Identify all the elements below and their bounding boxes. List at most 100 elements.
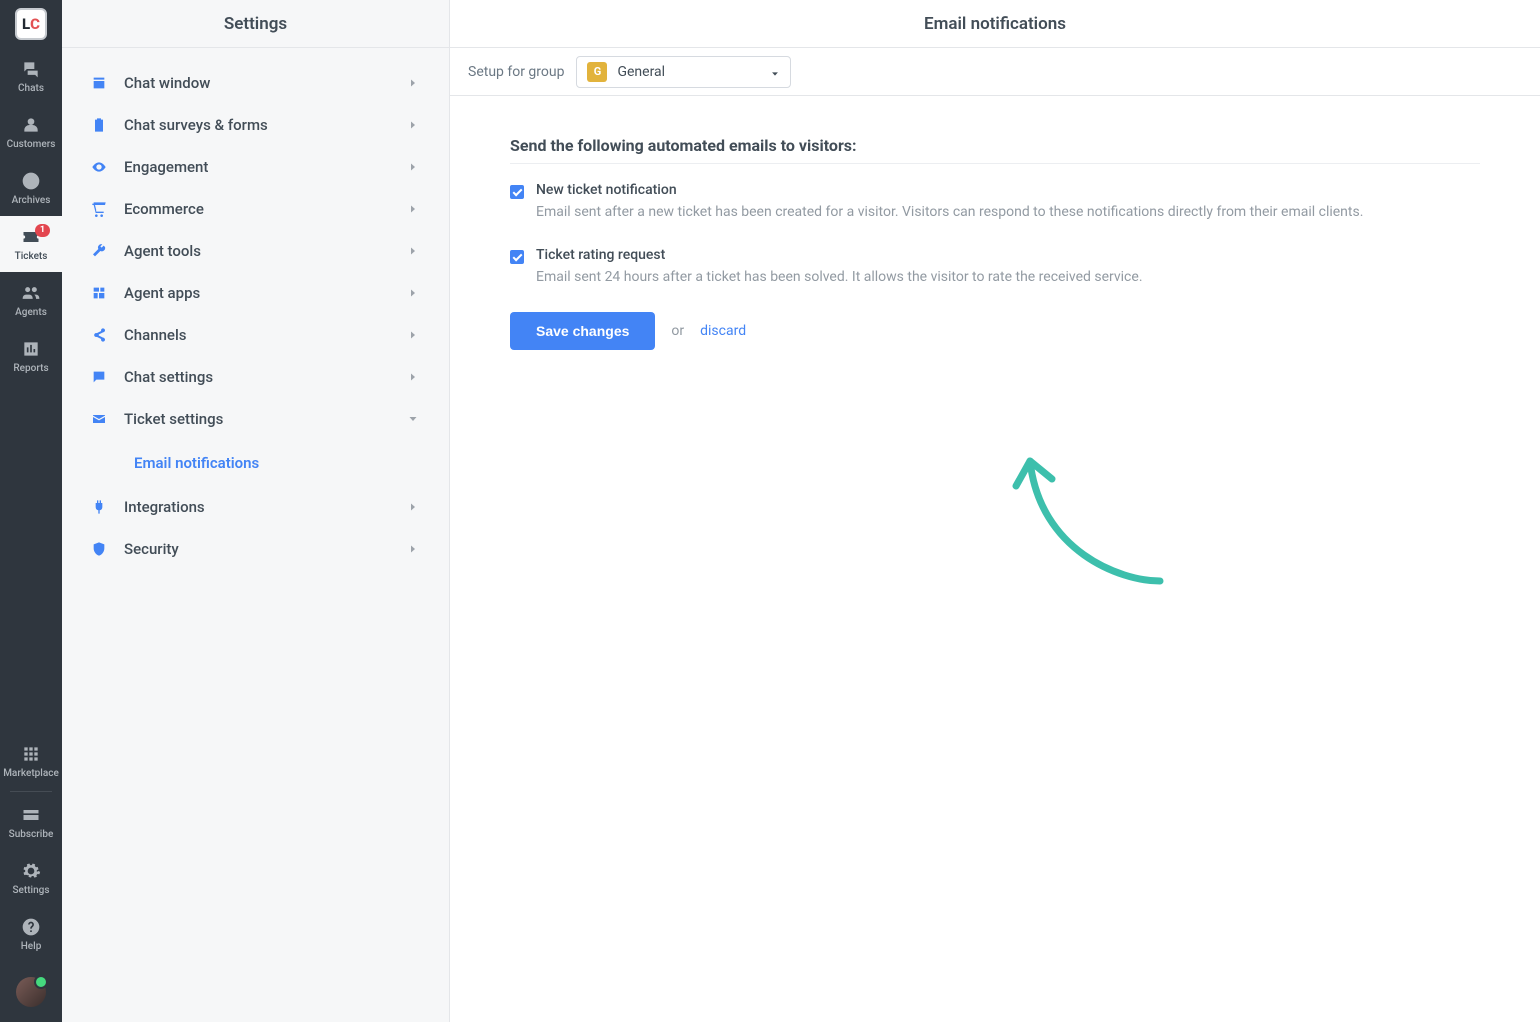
group-select[interactable]: G General (576, 56, 791, 88)
cart-icon (90, 200, 108, 218)
checkbox-new-ticket[interactable] (510, 185, 524, 199)
divider (510, 163, 1480, 164)
nav-label: Marketplace (3, 768, 59, 779)
window-icon (90, 74, 108, 92)
settings-item-label: Engagement (124, 158, 405, 176)
page-title: Email notifications (450, 0, 1540, 48)
settings-item-label: Security (124, 540, 405, 558)
settings-item-label: Chat settings (124, 368, 405, 386)
settings-item-chat-surveys[interactable]: Chat surveys & forms (62, 104, 449, 146)
nav-label: Help (21, 941, 42, 952)
nav-chats[interactable]: Chats (0, 48, 62, 104)
chat-icon (21, 59, 41, 79)
discard-link[interactable]: discard (700, 323, 746, 339)
chevron-right-icon (405, 117, 421, 133)
share-icon (90, 326, 108, 344)
option-title: Ticket rating request (536, 247, 1143, 263)
checkbox-ticket-rating[interactable] (510, 250, 524, 264)
main-panel: Email notifications Setup for group G Ge… (450, 0, 1540, 1022)
app-logo[interactable]: LC (0, 0, 62, 48)
settings-item-integrations[interactable]: Integrations (62, 486, 449, 528)
envelope-icon (90, 410, 108, 428)
nav-agents[interactable]: Agents (0, 272, 62, 328)
nav-label: Archives (12, 195, 51, 206)
chat-bubble-icon (90, 368, 108, 386)
nav-customers[interactable]: Customers (0, 104, 62, 160)
settings-item-label: Chat window (124, 74, 405, 92)
nav-reports[interactable]: Reports (0, 328, 62, 384)
settings-subitem-email-notifications[interactable]: Email notifications (62, 440, 449, 486)
or-text: or (671, 323, 684, 339)
nav-label: Settings (12, 885, 49, 896)
settings-item-chat-window[interactable]: Chat window (62, 62, 449, 104)
settings-item-agent-tools[interactable]: Agent tools (62, 230, 449, 272)
nav-label: Customers (7, 139, 56, 150)
grid-icon (21, 744, 41, 764)
settings-item-label: Integrations (124, 498, 405, 516)
clipboard-icon (90, 116, 108, 134)
group-value: General (617, 64, 665, 80)
clock-icon (21, 171, 41, 191)
settings-item-label: Agent apps (124, 284, 405, 302)
nav-label: Chats (18, 83, 44, 94)
nav-subscribe[interactable]: Subscribe (0, 794, 62, 850)
option-title: New ticket notification (536, 182, 1363, 198)
avatar-icon (16, 977, 46, 1007)
shield-icon (90, 540, 108, 558)
chevron-right-icon (405, 541, 421, 557)
tickets-badge: 1 (35, 224, 50, 237)
settings-item-label: Ecommerce (124, 200, 405, 218)
card-icon (21, 805, 41, 825)
agents-icon (21, 283, 41, 303)
annotation-arrow-icon (1010, 431, 1180, 591)
settings-item-channels[interactable]: Channels (62, 314, 449, 356)
option-ticket-rating: Ticket rating request Email sent 24 hour… (510, 247, 1480, 288)
apps-icon (90, 284, 108, 302)
nav-label: Tickets (15, 251, 48, 262)
chevron-right-icon (405, 201, 421, 217)
chevron-down-icon (405, 411, 421, 427)
user-icon (21, 115, 41, 135)
chevron-right-icon (405, 285, 421, 301)
settings-item-label: Chat surveys & forms (124, 116, 405, 134)
settings-title: Settings (62, 0, 449, 48)
option-description: Email sent 24 hours after a ticket has b… (536, 267, 1143, 288)
wrench-icon (90, 242, 108, 260)
caret-down-icon (770, 67, 780, 77)
plug-icon (90, 498, 108, 516)
nav-label: Reports (13, 363, 48, 374)
settings-item-ticket-settings[interactable]: Ticket settings (62, 398, 449, 440)
group-selector-bar: Setup for group G General (450, 48, 1540, 96)
option-new-ticket: New ticket notification Email sent after… (510, 182, 1480, 223)
nav-archives[interactable]: Archives (0, 160, 62, 216)
user-avatar[interactable] (0, 962, 62, 1022)
chevron-right-icon (405, 327, 421, 343)
gear-icon (21, 861, 41, 881)
settings-item-chat-settings[interactable]: Chat settings (62, 356, 449, 398)
chevron-right-icon (405, 75, 421, 91)
help-icon (21, 917, 41, 937)
chevron-right-icon (405, 499, 421, 515)
settings-item-label: Channels (124, 326, 405, 344)
group-label: Setup for group (468, 64, 564, 80)
nav-help[interactable]: Help (0, 906, 62, 962)
eye-icon (90, 158, 108, 176)
settings-item-label: Ticket settings (124, 410, 405, 428)
settings-item-ecommerce[interactable]: Ecommerce (62, 188, 449, 230)
nav-settings[interactable]: Settings (0, 850, 62, 906)
nav-marketplace[interactable]: Marketplace (0, 733, 62, 789)
settings-item-label: Agent tools (124, 242, 405, 260)
settings-item-engagement[interactable]: Engagement (62, 146, 449, 188)
option-description: Email sent after a new ticket has been c… (536, 202, 1363, 223)
nav-rail: LC Chats Customers Archives 1 Tick (0, 0, 62, 1022)
save-button[interactable]: Save changes (510, 312, 655, 350)
settings-item-agent-apps[interactable]: Agent apps (62, 272, 449, 314)
group-avatar-icon: G (587, 62, 607, 82)
nav-label: Subscribe (9, 829, 54, 840)
chevron-right-icon (405, 159, 421, 175)
nav-tickets[interactable]: 1 Tickets (0, 216, 62, 272)
chevron-right-icon (405, 243, 421, 259)
nav-label: Agents (15, 307, 47, 318)
settings-item-security[interactable]: Security (62, 528, 449, 570)
reports-icon (21, 339, 41, 359)
